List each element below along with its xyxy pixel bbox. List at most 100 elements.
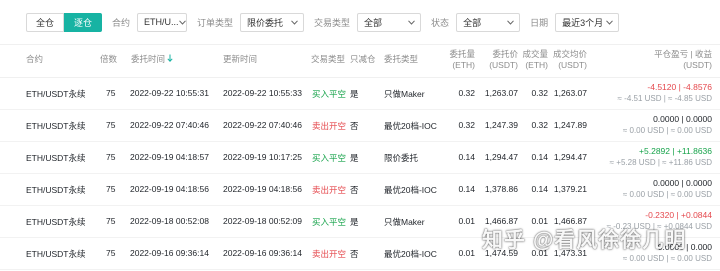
table-row[interactable]: ETH/USDT永续 75 2022-09-19 04:18:56 2022-0…: [0, 174, 720, 206]
header-reduce-only: 只减仓: [350, 54, 376, 64]
cell-pnl-usd: ≈ -4.51 USD | ≈ -4.85 USD: [617, 94, 712, 103]
table-row[interactable]: ETH/USDT永续 75 2022-09-22 10:55:31 2022-0…: [0, 78, 720, 110]
header-filled-qty: 成交量 (ETH): [515, 49, 548, 71]
cell-order-price: 1,378.86: [484, 184, 518, 194]
cell-leverage: 75: [106, 248, 116, 258]
cell-reduce-only: 否: [350, 185, 359, 195]
contract-filter-label: 合约: [112, 17, 131, 28]
cell-contract: ETH/USDT永续: [26, 121, 86, 131]
cell-order-qty: 0.32: [458, 88, 475, 98]
table-header: 合约 倍数 委托时间 更新时间 交易类型 只减仓 委托类型 委托量 (ETH) 委…: [0, 44, 720, 78]
cell-avg-price: 1,379.21: [553, 184, 587, 194]
cell-trade-type: 买入平空: [312, 153, 347, 163]
cell-order-time: 2022-09-19 04:18:57: [130, 152, 209, 162]
cell-filled-qty: 0.14: [531, 152, 548, 162]
cross-margin-button[interactable]: 全仓: [26, 12, 64, 32]
header-pnl: 平仓盈亏 | 收益 (USDT): [600, 49, 712, 71]
cell-trade-type: 卖出开空: [312, 185, 347, 195]
cell-trade-type: 买入平空: [312, 89, 347, 99]
header-pnl-unit: (USDT): [683, 60, 712, 70]
header-filled-qty-label: 成交量: [522, 49, 548, 59]
table-row[interactable]: ETH/USDT永续 75 2022-09-22 07:40:46 2022-0…: [0, 110, 720, 142]
header-order-time-label: 委托时间: [131, 54, 166, 64]
cell-update-time: 2022-09-18 00:52:09: [223, 216, 302, 226]
cell-avg-price: 1,294.47: [553, 152, 587, 162]
order-type-select-value: 限价委托: [247, 17, 284, 28]
header-order-type: 委托类型: [384, 54, 419, 64]
contract-select[interactable]: ETH/U...: [137, 12, 188, 32]
header-order-qty-label: 委托量: [449, 49, 475, 59]
cell-leverage: 75: [106, 120, 116, 130]
header-avg-price-unit: (USDT): [558, 60, 587, 70]
header-order-price-label: 委托价: [492, 49, 518, 59]
chevron-down-icon: [605, 18, 613, 26]
cell-order-time: 2022-09-22 07:40:46: [130, 120, 209, 130]
cell-reduce-only: 是: [350, 153, 359, 163]
cell-order-type: 最优20档-IOC: [384, 249, 437, 259]
cell-pnl: 0.0000 | 0.0000: [653, 114, 712, 124]
filter-bar: 全仓 逐仓 合约 ETH/U... 订单类型 限价委托 交易类型 全部 状态 全…: [0, 0, 720, 44]
cell-reduce-only: 是: [350, 217, 359, 227]
header-pnl-label: 平仓盈亏 | 收益: [654, 49, 712, 59]
status-select-value: 全部: [463, 17, 482, 28]
cell-trade-type: 卖出开空: [312, 121, 347, 131]
date-filter-label: 日期: [530, 17, 549, 28]
cell-contract: ETH/USDT永续: [26, 249, 86, 259]
trade-type-filter-label: 交易类型: [314, 17, 351, 28]
header-order-time[interactable]: 委托时间: [131, 54, 173, 65]
watermark-text: 知乎 @看风徐徐几明: [482, 229, 687, 252]
cell-contract: ETH/USDT永续: [26, 217, 86, 227]
header-order-price: 委托价 (USDT): [480, 49, 518, 71]
header-trade-type: 交易类型: [311, 54, 346, 64]
table-row[interactable]: ETH/USDT永续 75 2022-09-19 04:18:57 2022-0…: [0, 142, 720, 174]
cell-order-qty: 0.32: [458, 120, 475, 130]
sort-down-icon[interactable]: [167, 54, 173, 65]
cell-leverage: 75: [106, 184, 116, 194]
cell-pnl: -4.5120 | -4.8576: [647, 82, 712, 92]
cell-reduce-only: 否: [350, 249, 359, 259]
cell-order-time: 2022-09-22 10:55:31: [130, 88, 209, 98]
cell-order-qty: 0.14: [458, 152, 475, 162]
order-type-select[interactable]: 限价委托: [240, 12, 305, 32]
contract-select-value: ETH/U...: [144, 17, 179, 27]
header-avg-price: 成交均价 (USDT): [545, 49, 587, 71]
cell-update-time: 2022-09-19 10:17:25: [223, 152, 302, 162]
chevron-down-icon: [290, 18, 298, 26]
status-filter-label: 状态: [431, 17, 450, 28]
cell-pnl-usd: ≈ +5.28 USD | ≈ +11.86 USD: [609, 158, 712, 167]
cell-filled-qty: 0.32: [531, 88, 548, 98]
header-avg-price-label: 成交均价: [552, 49, 587, 59]
header-order-qty: 委托量 (ETH): [440, 49, 475, 71]
status-select[interactable]: 全部: [456, 12, 521, 32]
cell-update-time: 2022-09-22 10:55:33: [223, 88, 302, 98]
cell-update-time: 2022-09-19 04:18:56: [223, 184, 302, 194]
cell-pnl: -0.2320 | +0.0844: [645, 210, 712, 220]
chevron-down-icon: [506, 18, 514, 26]
header-order-qty-unit: (ETH): [452, 60, 475, 70]
header-leverage: 倍数: [100, 54, 118, 64]
cell-order-type: 最优20档-IOC: [384, 185, 437, 195]
cell-order-time: 2022-09-16 09:36:14: [130, 248, 209, 258]
chevron-down-icon: [407, 18, 415, 26]
cell-pnl: +5.2892 | +11.8636: [639, 146, 712, 156]
cell-trade-type: 卖出开空: [312, 249, 347, 259]
cell-avg-price: 1,263.07: [553, 88, 587, 98]
trade-type-select[interactable]: 全部: [357, 12, 422, 32]
cell-order-qty: 0.01: [458, 216, 475, 226]
cell-order-type: 只做Maker: [384, 89, 425, 99]
cell-reduce-only: 是: [350, 89, 359, 99]
cell-order-type: 只做Maker: [384, 217, 425, 227]
cell-order-qty: 0.01: [458, 248, 475, 258]
cell-contract: ETH/USDT永续: [26, 185, 86, 195]
cell-order-qty: 0.14: [458, 184, 475, 194]
cell-order-time: 2022-09-18 00:52:08: [130, 216, 209, 226]
cell-reduce-only: 否: [350, 121, 359, 131]
cell-order-type: 限价委托: [384, 153, 419, 163]
header-update-time: 更新时间: [223, 54, 258, 64]
isolated-margin-button[interactable]: 逐仓: [64, 12, 102, 32]
trade-type-select-value: 全部: [364, 17, 383, 28]
cell-filled-qty: 0.14: [531, 184, 548, 194]
cell-order-price: 1,294.47: [484, 152, 518, 162]
date-select[interactable]: 最近3个月: [555, 12, 620, 32]
cell-order-type: 最优20档-IOC: [384, 121, 437, 131]
